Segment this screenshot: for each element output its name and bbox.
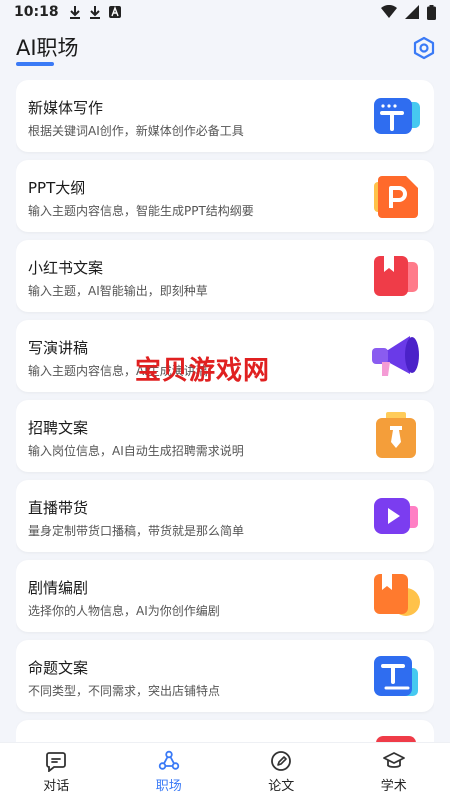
header: AI职场	[0, 28, 450, 70]
download-icon	[89, 6, 100, 19]
card-xiaohongshu[interactable]: 小红书文案 输入主题，AI智能输出，即刻种草	[16, 240, 434, 312]
ppt-icon	[374, 176, 418, 218]
bookmark-orange-icon	[374, 574, 420, 616]
tab-paper[interactable]: 论文	[225, 743, 338, 800]
card-title: 新媒体写作	[28, 99, 104, 117]
video-play-icon	[374, 498, 418, 534]
card-desc: 输入岗位信息，AI自动生成招聘需求说明	[28, 444, 244, 458]
text-doc-icon	[374, 656, 418, 696]
bookmark-red-icon	[374, 256, 418, 296]
tab-label: 对话	[43, 778, 70, 794]
megaphone-icon	[372, 336, 419, 376]
watermark: 宝贝游戏网	[135, 356, 271, 386]
tab-label: 学术	[380, 778, 407, 794]
text-t-icon	[374, 98, 420, 134]
tab-workplace[interactable]: 职场	[113, 743, 226, 800]
card-livestream[interactable]: 直播带货 量身定制带货口播稿，带货就是那么简单	[16, 480, 434, 552]
card-title: 剧情编剧	[28, 579, 89, 597]
tab-label: 职场	[155, 778, 182, 794]
card-desc: 输入主题内容信息，智能生成PPT结构纲要	[28, 204, 254, 218]
partial-icon	[376, 736, 416, 742]
feature-list: 新媒体写作 根据关键词AI创作，新媒体创作必备工具 PPT大纲 输入主题内容信息…	[16, 80, 434, 742]
tab-academic[interactable]: 学术	[338, 743, 450, 800]
workplace-icon	[158, 750, 179, 770]
tab-chat[interactable]: 对话	[0, 743, 113, 800]
wifi-icon	[381, 5, 397, 18]
tab-label: 论文	[268, 778, 295, 794]
card-desc: 不同类型，不同需求，突出店铺特点	[28, 684, 221, 698]
card-desc: 输入主题，AI智能输出，即刻种草	[28, 284, 208, 298]
status-bar: 10:18	[0, 0, 450, 24]
settings-icon[interactable]	[412, 36, 436, 60]
download-icon	[69, 6, 80, 19]
card-desc: 选择你的人物信息，AI为你创作编剧	[28, 604, 220, 618]
signal-icon	[405, 5, 419, 19]
bottom-tab-bar: 对话 职场 论文 学术	[0, 742, 450, 800]
card-title: PPT大纲	[28, 179, 86, 197]
card-new-media-writing[interactable]: 新媒体写作 根据关键词AI创作，新媒体创作必备工具	[16, 80, 434, 152]
battery-icon	[427, 4, 436, 20]
card-title: 直播带货	[28, 499, 89, 517]
card-ppt-outline[interactable]: PPT大纲 输入主题内容信息，智能生成PPT结构纲要	[16, 160, 434, 232]
card-title: 命题文案	[28, 659, 89, 677]
card-title: 写演讲稿	[28, 339, 89, 357]
status-time: 10:18	[14, 4, 59, 20]
page-title: AI职场	[16, 36, 79, 60]
title-underline	[16, 62, 54, 66]
card-title: 小红书文案	[28, 259, 104, 277]
card-desc: 根据关键词AI创作，新媒体创作必备工具	[28, 124, 244, 138]
card-desc: 量身定制带货口播稿，带货就是那么简单	[28, 524, 245, 538]
card-recruitment[interactable]: 招聘文案 输入岗位信息，AI自动生成招聘需求说明	[16, 400, 434, 472]
card-title: 招聘文案	[28, 419, 89, 437]
mortarboard-icon	[382, 751, 405, 768]
chat-icon	[46, 751, 67, 772]
card-script-writing[interactable]: 剧情编剧 选择你的人物信息，AI为你创作编剧	[16, 560, 434, 632]
pen-icon	[271, 750, 292, 771]
card-topic-copy[interactable]: 命题文案 不同类型，不同需求，突出店铺特点	[16, 640, 434, 712]
a-icon	[108, 6, 121, 18]
card-partial[interactable]	[16, 720, 434, 742]
briefcase-icon	[376, 412, 416, 458]
